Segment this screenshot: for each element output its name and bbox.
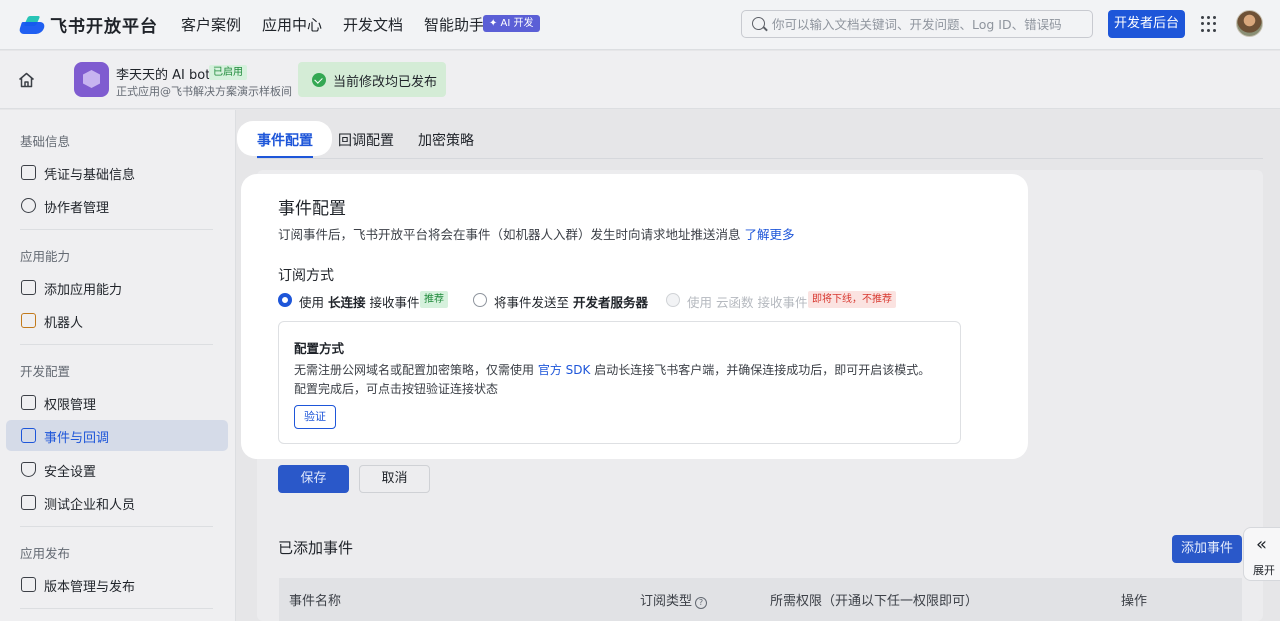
double-chevron-left-icon: « bbox=[1256, 534, 1267, 555]
doc-search[interactable] bbox=[741, 10, 1093, 38]
option-cloud-function-label: 使用 云函数 接收事件 bbox=[687, 295, 808, 310]
robot-icon bbox=[21, 313, 36, 328]
subscription-mode-title: 订阅方式 bbox=[278, 268, 334, 284]
column-event-name: 事件名称 bbox=[289, 594, 342, 609]
column-required-permissions: 所需权限（开通以下任一权限即可） bbox=[770, 594, 979, 609]
sidebar-item-versions[interactable]: 版本管理与发布 bbox=[6, 569, 228, 600]
sidebar-divider bbox=[20, 526, 213, 527]
column-actions: 操作 bbox=[1121, 594, 1148, 609]
config-tabs: 事件配置 回调配置 加密策略 bbox=[236, 110, 1280, 160]
sidebar-group-dev-config: 开发配置 bbox=[20, 364, 71, 379]
option-long-connection-label[interactable]: 使用 长连接 接收事件 bbox=[299, 292, 419, 311]
sidebar-item-label: 测试企业和人员 bbox=[44, 498, 136, 513]
sidebar-item-permissions[interactable]: 权限管理 bbox=[6, 387, 228, 418]
developer-console-button[interactable]: 开发者后台 bbox=[1108, 10, 1185, 38]
tabs-baseline bbox=[257, 158, 1263, 159]
radio-dev-server[interactable] bbox=[473, 293, 487, 307]
tab-encryption[interactable]: 加密策略 bbox=[418, 130, 474, 150]
events-table-header: 事件名称 订阅类型? 所需权限（开通以下任一权限即可） 操作 bbox=[279, 578, 1242, 621]
save-button[interactable]: 保存 bbox=[278, 465, 349, 493]
expand-panel-toggle[interactable]: « 展开 bbox=[1243, 527, 1280, 581]
verify-button[interactable]: 验证 bbox=[294, 405, 336, 429]
sidebar-divider bbox=[20, 229, 213, 230]
deprecated-tag: 即将下线，不推荐 bbox=[808, 291, 896, 308]
brand-logo[interactable]: 飞书开放平台 bbox=[18, 12, 158, 37]
toast-text: 当前修改均已发布 bbox=[333, 75, 438, 90]
user-add-icon bbox=[21, 198, 36, 213]
added-events-title: 已添加事件 bbox=[278, 539, 354, 557]
feishu-logo-icon bbox=[18, 14, 46, 36]
app-status-badge: 已启用 bbox=[209, 65, 247, 80]
ai-dev-badge: ✦ AI 开发 bbox=[483, 15, 540, 32]
sidebar-item-label: 凭证与基础信息 bbox=[44, 168, 136, 183]
sidebar-item-label: 添加应用能力 bbox=[44, 283, 123, 298]
event-icon bbox=[21, 428, 36, 443]
sidebar-item-collaborators[interactable]: 协作者管理 bbox=[6, 190, 228, 221]
description-text: 订阅事件后，飞书开放平台将会在事件（如机器人入群）发生时向请求地址推送消息 bbox=[278, 227, 745, 242]
tab-event-config[interactable]: 事件配置 bbox=[257, 130, 313, 150]
top-nav: 飞书开放平台 客户案例 应用中心 开发文档 智能助手 ✦ AI 开发 开发者后台 bbox=[0, 0, 1280, 50]
sidebar-divider bbox=[20, 608, 213, 609]
sidebar: 基础信息 凭证与基础信息 协作者管理 应用能力 添加应用能力 机器人 开发配置 … bbox=[0, 110, 236, 621]
sidebar-item-test-tenants[interactable]: 测试企业和人员 bbox=[6, 487, 228, 518]
sidebar-item-events-callbacks[interactable]: 事件与回调 bbox=[6, 420, 228, 451]
official-sdk-link[interactable]: 官方 SDK bbox=[538, 363, 591, 377]
config-method-text: 无需注册公网域名或配置加密策略，仅需使用 官方 SDK 启动长连接飞书客户端，并… bbox=[294, 363, 931, 396]
nav-customer-cases[interactable]: 客户案例 bbox=[181, 14, 241, 35]
test-icon bbox=[21, 495, 36, 510]
sidebar-item-credentials[interactable]: 凭证与基础信息 bbox=[6, 157, 228, 188]
active-tab-underline bbox=[257, 156, 313, 158]
publish-status-toast: 当前修改均已发布 bbox=[298, 62, 446, 97]
config-method-title: 配置方式 bbox=[294, 341, 345, 356]
search-icon bbox=[752, 17, 765, 30]
sidebar-item-label: 机器人 bbox=[44, 316, 84, 331]
config-method-box: 配置方式 无需注册公网域名或配置加密策略，仅需使用 官方 SDK 启动长连接飞书… bbox=[278, 321, 961, 444]
column-subscription-type: 订阅类型? bbox=[640, 590, 708, 609]
sidebar-item-label: 协作者管理 bbox=[44, 201, 110, 216]
sidebar-item-security[interactable]: 安全设置 bbox=[6, 454, 228, 485]
success-check-icon bbox=[312, 73, 326, 87]
app-icon bbox=[74, 62, 109, 97]
expand-label: 展开 bbox=[1253, 564, 1275, 577]
apps-grid-icon[interactable] bbox=[1201, 16, 1217, 32]
radio-long-connection[interactable] bbox=[278, 293, 292, 307]
tab-callback-config[interactable]: 回调配置 bbox=[338, 130, 394, 150]
recommended-tag: 推荐 bbox=[420, 291, 448, 308]
brand-name: 飞书开放平台 bbox=[50, 17, 158, 37]
app-subtitle: 正式应用@飞书解决方案演示样板间 bbox=[116, 85, 292, 98]
option-dev-server-label[interactable]: 将事件发送至 开发者服务器 bbox=[494, 292, 648, 311]
sidebar-item-label: 安全设置 bbox=[44, 465, 97, 480]
sidebar-item-add-capability[interactable]: 添加应用能力 bbox=[6, 272, 228, 303]
home-icon[interactable] bbox=[18, 72, 35, 88]
credentials-icon bbox=[21, 165, 36, 180]
permission-icon bbox=[21, 395, 36, 410]
upload-icon bbox=[21, 577, 36, 592]
sidebar-divider bbox=[20, 344, 213, 345]
search-input[interactable] bbox=[772, 11, 1082, 37]
sidebar-group-release: 应用发布 bbox=[20, 546, 71, 561]
add-event-button[interactable]: 添加事件 bbox=[1172, 535, 1242, 563]
sidebar-item-label: 权限管理 bbox=[44, 398, 97, 413]
event-config-card: 事件配置 订阅事件后，飞书开放平台将会在事件（如机器人入群）发生时向请求地址推送… bbox=[241, 174, 1028, 459]
user-avatar[interactable] bbox=[1236, 10, 1263, 37]
sidebar-group-basic: 基础信息 bbox=[20, 134, 71, 149]
sidebar-item-label: 事件与回调 bbox=[44, 431, 110, 446]
card-description: 订阅事件后，飞书开放平台将会在事件（如机器人入群）发生时向请求地址推送消息 了解… bbox=[278, 224, 795, 243]
app-header: 李天天的 AI bot 已启用 正式应用@飞书解决方案演示样板间 当前修改均已发… bbox=[0, 51, 1280, 109]
radio-cloud-function bbox=[666, 293, 680, 307]
app-name: 李天天的 AI bot bbox=[116, 68, 211, 83]
sidebar-item-bot[interactable]: 机器人 bbox=[6, 305, 228, 336]
nav-app-center[interactable]: 应用中心 bbox=[262, 14, 322, 35]
sidebar-item-label: 版本管理与发布 bbox=[44, 580, 136, 595]
shield-icon bbox=[21, 462, 36, 477]
cancel-button[interactable]: 取消 bbox=[359, 465, 430, 493]
nav-smart-assistant[interactable]: 智能助手 bbox=[424, 14, 484, 35]
help-icon[interactable]: ? bbox=[695, 597, 708, 609]
card-title: 事件配置 bbox=[278, 199, 346, 219]
learn-more-link[interactable]: 了解更多 bbox=[744, 227, 794, 242]
subscription-mode-options: 使用 长连接 接收事件 推荐 将事件发送至 开发者服务器 使用 云函数 接收事件… bbox=[278, 291, 1018, 311]
grid-add-icon bbox=[21, 280, 36, 295]
nav-dev-docs[interactable]: 开发文档 bbox=[343, 14, 403, 35]
sidebar-group-capabilities: 应用能力 bbox=[20, 249, 71, 264]
